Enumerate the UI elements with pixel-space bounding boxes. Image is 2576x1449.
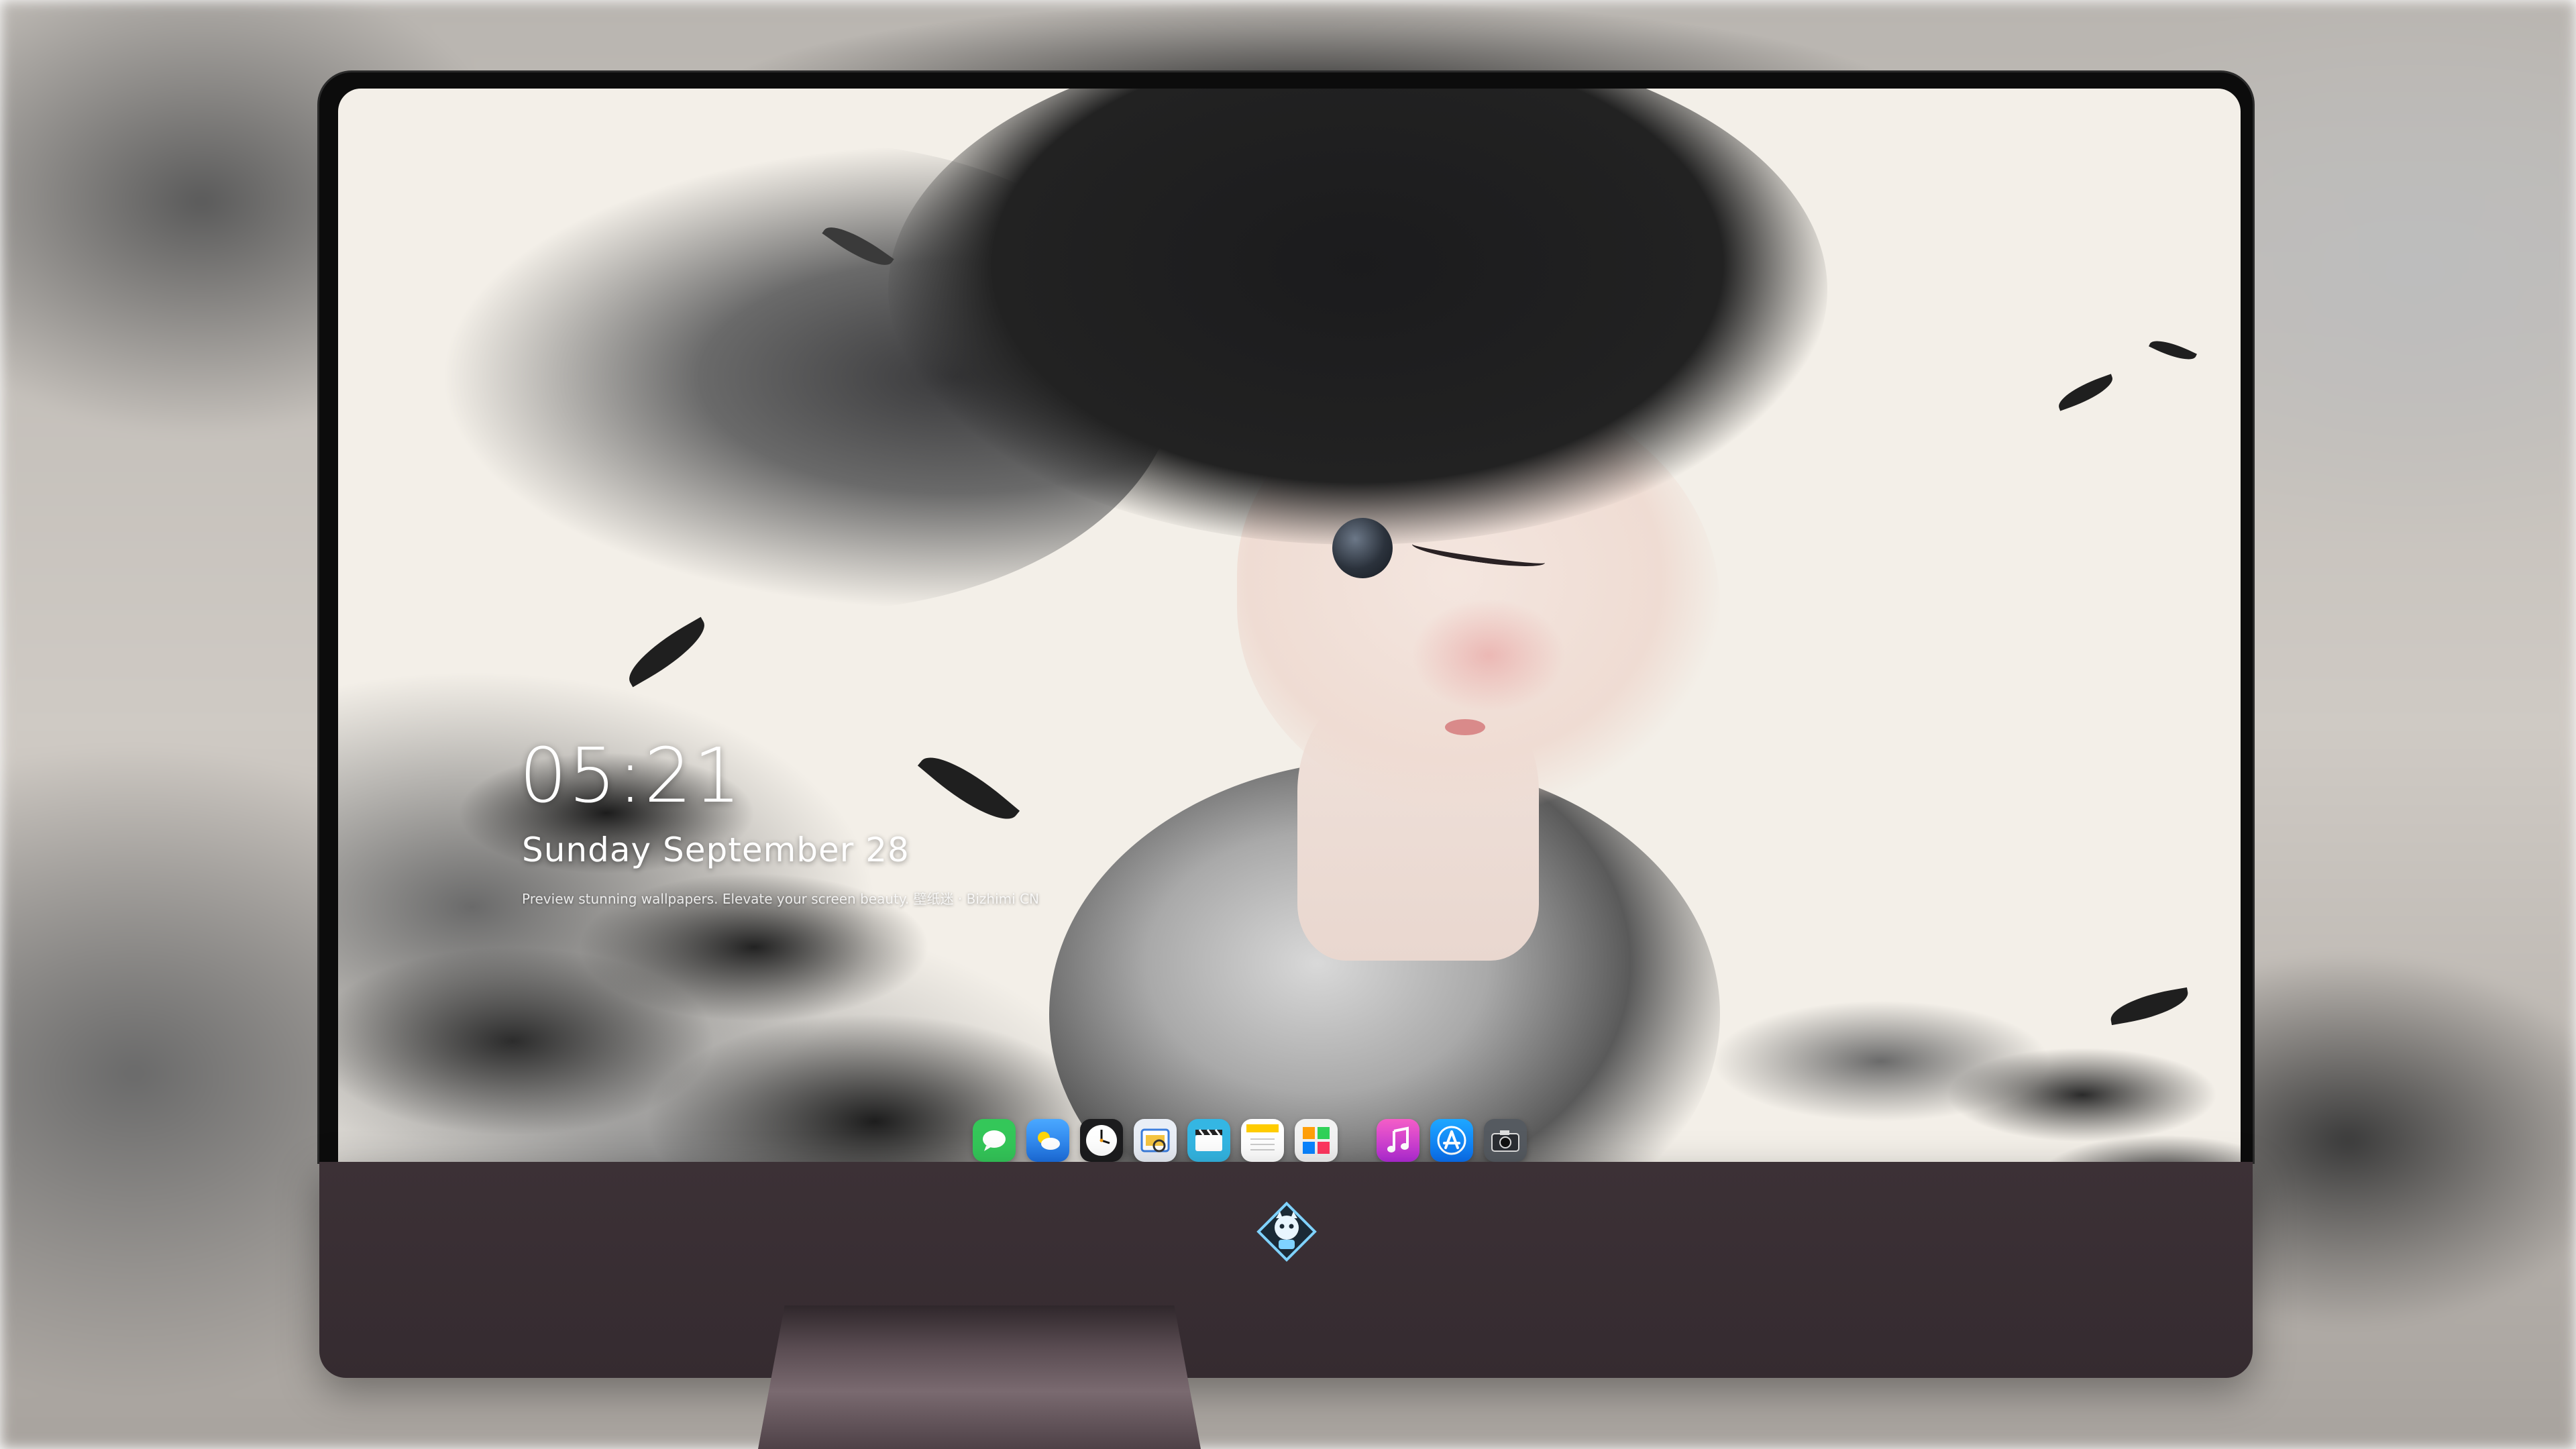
lockscreen-tagline: Preview stunning wallpapers. Elevate you… <box>522 891 1039 907</box>
messages-icon[interactable] <box>973 1119 1016 1162</box>
notes-icon[interactable] <box>1241 1119 1284 1162</box>
wallpaper-leaf <box>2054 374 2117 411</box>
app-store-icon[interactable] <box>1430 1119 1473 1162</box>
wallpaper-earring <box>1332 518 1393 578</box>
camera-icon[interactable] <box>1484 1119 1527 1162</box>
preview-icon[interactable] <box>1134 1119 1177 1162</box>
brand-logo-icon <box>1256 1201 1318 1263</box>
clock-icon[interactable] <box>1080 1119 1123 1162</box>
wallpaper-blush <box>1411 598 1566 712</box>
music-icon[interactable] <box>1377 1119 1419 1162</box>
wallpaper-lips <box>1445 719 1485 735</box>
wallpaper-leaf <box>2149 334 2197 366</box>
photos-icon[interactable] <box>1295 1119 1338 1162</box>
lockscreen-date: Sunday September 28 <box>522 830 910 869</box>
lockscreen-time: 05:21 <box>519 733 743 820</box>
monitor-chin <box>319 1162 2253 1378</box>
weather-icon[interactable] <box>1026 1119 1069 1162</box>
lock-screen[interactable]: 05:21 Sunday September 28 Preview stunni… <box>338 89 2241 1229</box>
monitor-stand <box>758 1305 1201 1449</box>
clips-icon[interactable] <box>1187 1119 1230 1162</box>
monitor: 05:21 Sunday September 28 Preview stunni… <box>319 72 2253 1378</box>
